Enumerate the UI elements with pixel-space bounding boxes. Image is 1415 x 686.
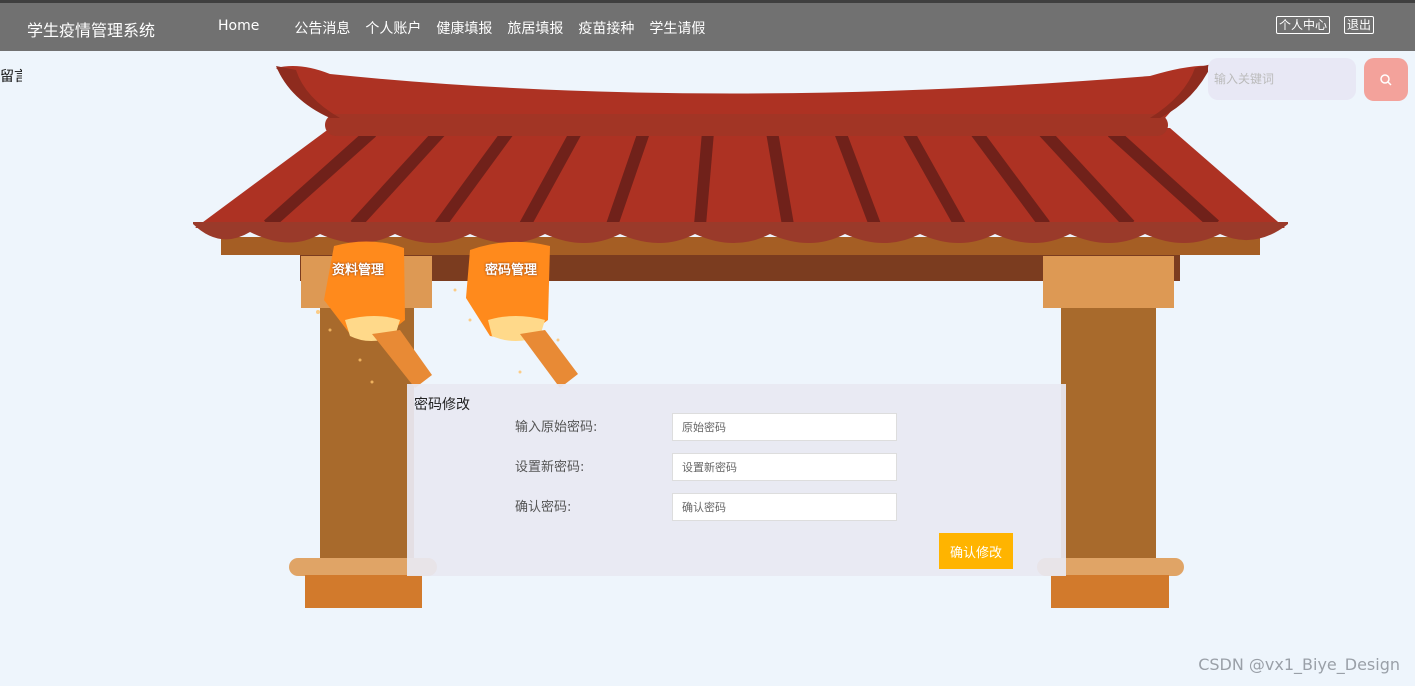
logout-button[interactable]: 退出 [1343,16,1374,34]
search-input[interactable] [1208,58,1356,100]
gate-illustration [193,64,1288,608]
brand-title[interactable]: 学生疫情管理系统 [27,17,155,41]
nav-health-report[interactable]: 健康填报 [436,18,492,38]
nav-home[interactable]: Home [218,18,259,38]
panel-title: 密码修改 [414,397,470,413]
top-navbar: 学生疫情管理系统 Home 公告消息 个人账户 健康填报 旅居填报 疫苗接种 学… [0,0,1415,51]
nav-vaccination[interactable]: 疫苗接种 [578,18,634,38]
nav-announcements[interactable]: 公告消息 [294,18,350,38]
lantern-profile[interactable]: 资料管理 [324,244,406,338]
confirm-change-button[interactable]: 确认修改 [939,533,1013,569]
original-password-input[interactable] [672,413,897,441]
lantern-profile-label: 资料管理 [332,263,385,278]
confirm-password-label: 确认密码: [515,500,572,515]
main-nav: Home 公告消息 个人账户 健康填报 旅居填报 疫苗接种 学生请假 [218,18,720,38]
watermark: CSDN @vx1_Biye_Design [1198,655,1400,674]
new-password-input[interactable] [672,453,897,481]
user-actions: 个人中心 退出 [1275,16,1374,34]
nav-account[interactable]: 个人账户 [365,18,421,38]
lantern-password-label: 密码管理 [485,263,538,278]
original-password-label: 输入原始密码: [515,420,598,435]
nav-travel-report[interactable]: 旅居填报 [507,18,563,38]
breadcrumb: 留言 [0,69,22,85]
confirm-password-input[interactable] [672,493,897,521]
password-change-panel: 密码修改 输入原始密码: 设置新密码: 确认密码: 确认修改 [407,384,1066,576]
search-icon [1380,73,1392,86]
search-button[interactable] [1364,58,1408,101]
lantern-password[interactable]: 密码管理 [466,244,550,338]
new-password-label: 设置新密码: [515,460,585,475]
personal-center-button[interactable]: 个人中心 [1275,16,1330,34]
nav-leave-request[interactable]: 学生请假 [649,18,705,38]
